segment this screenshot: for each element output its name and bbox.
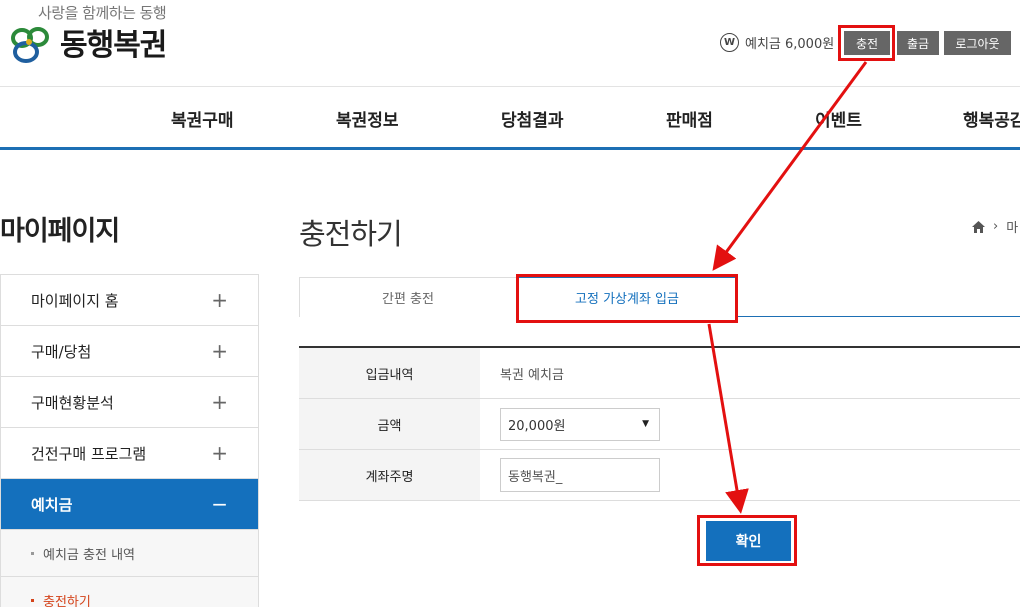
annotation-arrows bbox=[707, 61, 868, 514]
arrow-to-confirm bbox=[707, 323, 749, 514]
arrow-to-tab bbox=[712, 61, 868, 271]
